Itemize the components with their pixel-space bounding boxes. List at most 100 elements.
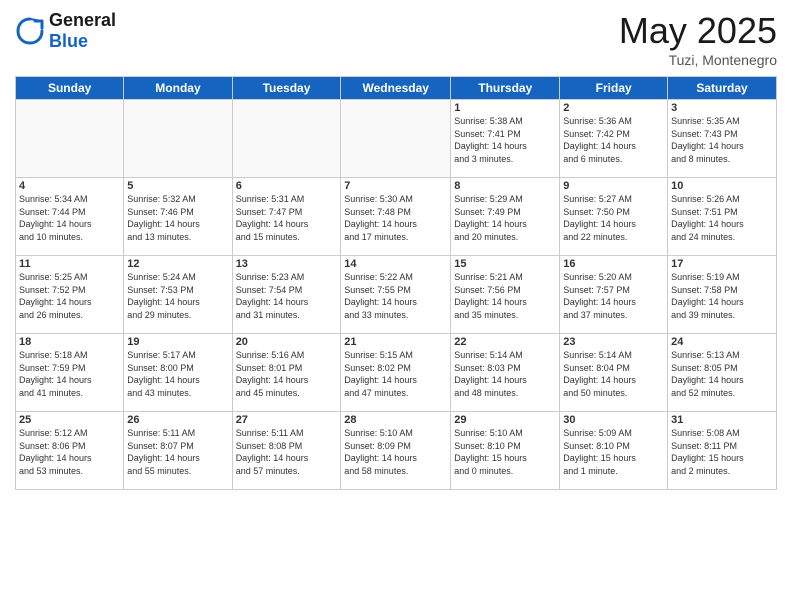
calendar-cell: 23Sunrise: 5:14 AM Sunset: 8:04 PM Dayli…	[560, 334, 668, 412]
day-number: 6	[236, 180, 338, 192]
day-info: Sunrise: 5:24 AM Sunset: 7:53 PM Dayligh…	[127, 271, 228, 321]
calendar-cell	[124, 100, 232, 178]
day-info: Sunrise: 5:17 AM Sunset: 8:00 PM Dayligh…	[127, 349, 228, 399]
day-number: 21	[344, 336, 447, 348]
calendar-cell: 12Sunrise: 5:24 AM Sunset: 7:53 PM Dayli…	[124, 256, 232, 334]
calendar-cell: 27Sunrise: 5:11 AM Sunset: 8:08 PM Dayli…	[232, 412, 341, 490]
day-info: Sunrise: 5:35 AM Sunset: 7:43 PM Dayligh…	[671, 115, 773, 165]
day-info: Sunrise: 5:23 AM Sunset: 7:54 PM Dayligh…	[236, 271, 338, 321]
day-info: Sunrise: 5:25 AM Sunset: 7:52 PM Dayligh…	[19, 271, 120, 321]
calendar-week-2: 4Sunrise: 5:34 AM Sunset: 7:44 PM Daylig…	[16, 178, 777, 256]
calendar-body: 1Sunrise: 5:38 AM Sunset: 7:41 PM Daylig…	[16, 100, 777, 490]
calendar-cell	[341, 100, 451, 178]
day-info: Sunrise: 5:11 AM Sunset: 8:07 PM Dayligh…	[127, 427, 228, 477]
calendar-cell: 3Sunrise: 5:35 AM Sunset: 7:43 PM Daylig…	[668, 100, 777, 178]
col-wednesday: Wednesday	[341, 77, 451, 100]
day-info: Sunrise: 5:10 AM Sunset: 8:09 PM Dayligh…	[344, 427, 447, 477]
day-number: 9	[563, 180, 664, 192]
calendar-cell	[232, 100, 341, 178]
calendar-cell: 4Sunrise: 5:34 AM Sunset: 7:44 PM Daylig…	[16, 178, 124, 256]
calendar-cell: 28Sunrise: 5:10 AM Sunset: 8:09 PM Dayli…	[341, 412, 451, 490]
calendar-cell: 30Sunrise: 5:09 AM Sunset: 8:10 PM Dayli…	[560, 412, 668, 490]
header: General Blue May 2025 Tuzi, Montenegro	[15, 10, 777, 68]
location: Tuzi, Montenegro	[619, 52, 777, 68]
calendar-cell: 29Sunrise: 5:10 AM Sunset: 8:10 PM Dayli…	[451, 412, 560, 490]
col-tuesday: Tuesday	[232, 77, 341, 100]
calendar-cell: 7Sunrise: 5:30 AM Sunset: 7:48 PM Daylig…	[341, 178, 451, 256]
day-number: 24	[671, 336, 773, 348]
calendar-cell: 11Sunrise: 5:25 AM Sunset: 7:52 PM Dayli…	[16, 256, 124, 334]
logo-general-text: General	[49, 10, 116, 31]
day-info: Sunrise: 5:36 AM Sunset: 7:42 PM Dayligh…	[563, 115, 664, 165]
calendar-cell: 24Sunrise: 5:13 AM Sunset: 8:05 PM Dayli…	[668, 334, 777, 412]
calendar-cell: 26Sunrise: 5:11 AM Sunset: 8:07 PM Dayli…	[124, 412, 232, 490]
day-info: Sunrise: 5:29 AM Sunset: 7:49 PM Dayligh…	[454, 193, 556, 243]
day-info: Sunrise: 5:21 AM Sunset: 7:56 PM Dayligh…	[454, 271, 556, 321]
day-number: 5	[127, 180, 228, 192]
logo: General Blue	[15, 10, 116, 52]
day-info: Sunrise: 5:18 AM Sunset: 7:59 PM Dayligh…	[19, 349, 120, 399]
title-area: May 2025 Tuzi, Montenegro	[619, 10, 777, 68]
day-number: 14	[344, 258, 447, 270]
day-info: Sunrise: 5:16 AM Sunset: 8:01 PM Dayligh…	[236, 349, 338, 399]
calendar-cell: 1Sunrise: 5:38 AM Sunset: 7:41 PM Daylig…	[451, 100, 560, 178]
day-number: 16	[563, 258, 664, 270]
col-monday: Monday	[124, 77, 232, 100]
calendar-cell: 6Sunrise: 5:31 AM Sunset: 7:47 PM Daylig…	[232, 178, 341, 256]
day-number: 19	[127, 336, 228, 348]
calendar-header: Sunday Monday Tuesday Wednesday Thursday…	[16, 77, 777, 100]
day-number: 27	[236, 414, 338, 426]
calendar: Sunday Monday Tuesday Wednesday Thursday…	[15, 76, 777, 490]
day-number: 13	[236, 258, 338, 270]
day-number: 4	[19, 180, 120, 192]
col-friday: Friday	[560, 77, 668, 100]
logo-text: General Blue	[49, 10, 116, 52]
day-info: Sunrise: 5:08 AM Sunset: 8:11 PM Dayligh…	[671, 427, 773, 477]
day-number: 15	[454, 258, 556, 270]
day-number: 25	[19, 414, 120, 426]
day-number: 23	[563, 336, 664, 348]
calendar-cell: 19Sunrise: 5:17 AM Sunset: 8:00 PM Dayli…	[124, 334, 232, 412]
day-info: Sunrise: 5:30 AM Sunset: 7:48 PM Dayligh…	[344, 193, 447, 243]
day-number: 8	[454, 180, 556, 192]
page: General Blue May 2025 Tuzi, Montenegro S…	[0, 0, 792, 612]
day-info: Sunrise: 5:14 AM Sunset: 8:04 PM Dayligh…	[563, 349, 664, 399]
calendar-cell: 10Sunrise: 5:26 AM Sunset: 7:51 PM Dayli…	[668, 178, 777, 256]
day-number: 29	[454, 414, 556, 426]
calendar-week-3: 11Sunrise: 5:25 AM Sunset: 7:52 PM Dayli…	[16, 256, 777, 334]
day-info: Sunrise: 5:11 AM Sunset: 8:08 PM Dayligh…	[236, 427, 338, 477]
day-number: 28	[344, 414, 447, 426]
calendar-cell: 9Sunrise: 5:27 AM Sunset: 7:50 PM Daylig…	[560, 178, 668, 256]
day-number: 30	[563, 414, 664, 426]
calendar-cell: 17Sunrise: 5:19 AM Sunset: 7:58 PM Dayli…	[668, 256, 777, 334]
calendar-cell: 5Sunrise: 5:32 AM Sunset: 7:46 PM Daylig…	[124, 178, 232, 256]
calendar-cell: 21Sunrise: 5:15 AM Sunset: 8:02 PM Dayli…	[341, 334, 451, 412]
calendar-cell: 16Sunrise: 5:20 AM Sunset: 7:57 PM Dayli…	[560, 256, 668, 334]
logo-blue-text: Blue	[49, 31, 116, 52]
calendar-week-5: 25Sunrise: 5:12 AM Sunset: 8:06 PM Dayli…	[16, 412, 777, 490]
day-info: Sunrise: 5:38 AM Sunset: 7:41 PM Dayligh…	[454, 115, 556, 165]
calendar-cell: 20Sunrise: 5:16 AM Sunset: 8:01 PM Dayli…	[232, 334, 341, 412]
col-sunday: Sunday	[16, 77, 124, 100]
calendar-cell	[16, 100, 124, 178]
calendar-week-1: 1Sunrise: 5:38 AM Sunset: 7:41 PM Daylig…	[16, 100, 777, 178]
day-number: 11	[19, 258, 120, 270]
calendar-cell: 15Sunrise: 5:21 AM Sunset: 7:56 PM Dayli…	[451, 256, 560, 334]
logo-icon	[15, 16, 45, 46]
day-info: Sunrise: 5:31 AM Sunset: 7:47 PM Dayligh…	[236, 193, 338, 243]
day-number: 20	[236, 336, 338, 348]
day-info: Sunrise: 5:15 AM Sunset: 8:02 PM Dayligh…	[344, 349, 447, 399]
day-number: 3	[671, 102, 773, 114]
day-info: Sunrise: 5:12 AM Sunset: 8:06 PM Dayligh…	[19, 427, 120, 477]
day-info: Sunrise: 5:32 AM Sunset: 7:46 PM Dayligh…	[127, 193, 228, 243]
day-info: Sunrise: 5:27 AM Sunset: 7:50 PM Dayligh…	[563, 193, 664, 243]
day-info: Sunrise: 5:20 AM Sunset: 7:57 PM Dayligh…	[563, 271, 664, 321]
calendar-cell: 25Sunrise: 5:12 AM Sunset: 8:06 PM Dayli…	[16, 412, 124, 490]
col-saturday: Saturday	[668, 77, 777, 100]
day-info: Sunrise: 5:14 AM Sunset: 8:03 PM Dayligh…	[454, 349, 556, 399]
day-info: Sunrise: 5:09 AM Sunset: 8:10 PM Dayligh…	[563, 427, 664, 477]
header-row: Sunday Monday Tuesday Wednesday Thursday…	[16, 77, 777, 100]
month-title: May 2025	[619, 10, 777, 52]
day-number: 2	[563, 102, 664, 114]
calendar-cell: 14Sunrise: 5:22 AM Sunset: 7:55 PM Dayli…	[341, 256, 451, 334]
